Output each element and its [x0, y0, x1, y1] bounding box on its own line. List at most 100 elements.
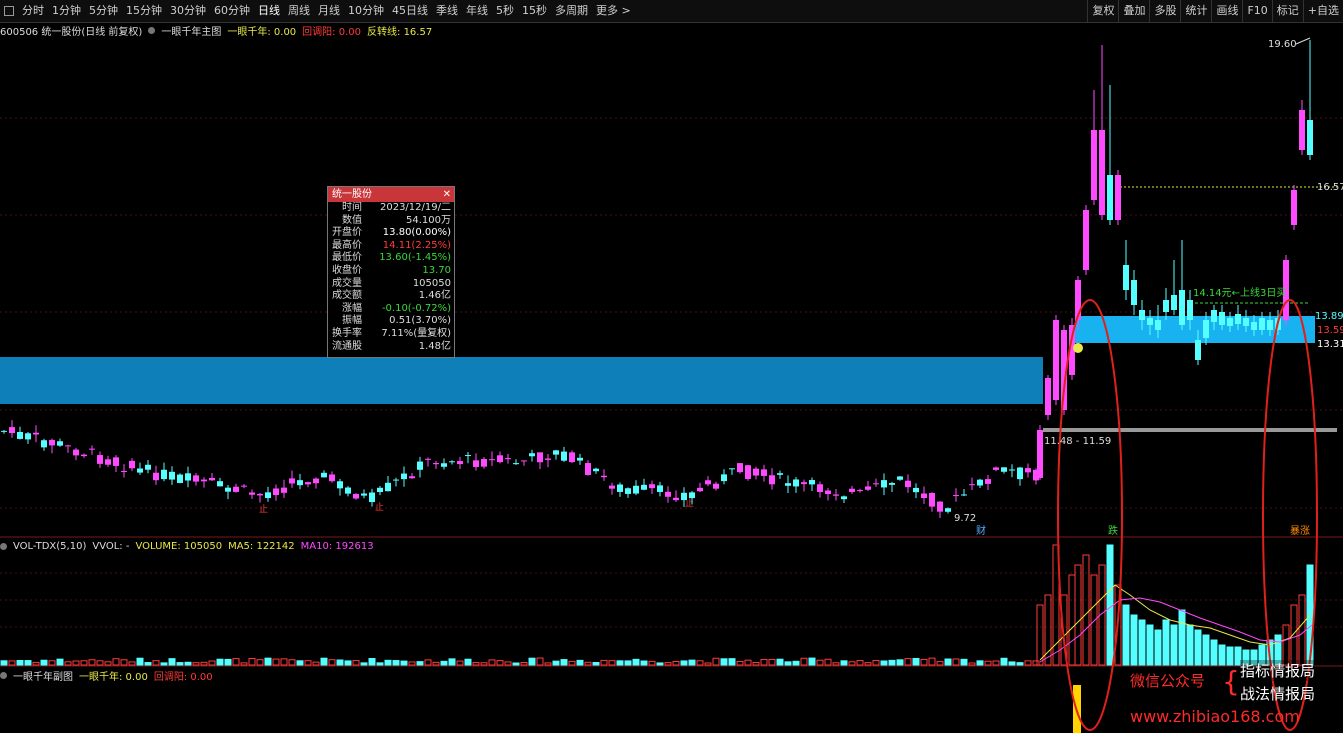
popup-row: 收盘价 13.70 — [328, 265, 454, 278]
watermark-wechat: 微信公众号 — [1130, 672, 1206, 690]
sub-name[interactable]: 一眼千年副图 — [13, 668, 73, 683]
popup-row-label: 流通股 — [332, 340, 362, 352]
volume-bar — [544, 662, 552, 666]
candle-body — [1267, 320, 1273, 330]
candle-body — [1123, 265, 1129, 290]
candle-body — [1017, 467, 1023, 480]
candle-body — [297, 480, 303, 486]
volume-bar — [1122, 604, 1130, 666]
volume-bar — [1082, 554, 1090, 666]
volume-bar — [784, 661, 792, 666]
candle-body — [945, 508, 951, 512]
popup-row-value: 2023/12/19/二 — [379, 202, 451, 213]
volume-bar — [224, 658, 232, 666]
popup-row-label: 数值 — [342, 214, 362, 226]
volume-settings-icon[interactable] — [0, 542, 7, 550]
volume-bar — [1146, 624, 1154, 666]
close-icon[interactable]: ✕ — [443, 187, 451, 202]
candle-body — [433, 463, 439, 465]
candle-body — [81, 454, 87, 457]
volume-bar — [0, 660, 8, 666]
volume-bar — [968, 662, 976, 666]
volume-bar — [64, 661, 72, 666]
vvol: VVOL: - — [92, 540, 130, 552]
candle-body — [537, 452, 543, 463]
label-band-top: 13.89 — [1315, 311, 1343, 322]
volume-bar — [1298, 594, 1306, 666]
candle-body — [1053, 320, 1059, 400]
volume-bar — [736, 661, 744, 666]
candle-body — [881, 480, 887, 488]
label-high: 19.60 — [1268, 39, 1297, 50]
volume-bar — [616, 660, 624, 666]
vol-name[interactable]: VOL-TDX(5,10) — [13, 541, 86, 552]
popup-row-value: 1.48亿 — [418, 340, 451, 352]
candle-body — [961, 494, 967, 496]
candle-body — [1131, 280, 1137, 305]
volume-bar — [696, 660, 704, 666]
candle-body — [1139, 310, 1145, 320]
volume-bar — [584, 661, 592, 666]
volume-bar — [184, 661, 192, 666]
candle-body — [321, 472, 327, 478]
volume-bar — [1024, 660, 1032, 666]
volume-bar — [632, 658, 640, 666]
candle-body — [513, 463, 519, 465]
sub-k2: 回调阳: 0.00 — [153, 671, 213, 683]
volume-bar — [88, 659, 96, 666]
volume-bar — [472, 662, 480, 666]
candle-body — [641, 484, 647, 490]
volume-bar — [1282, 624, 1290, 666]
candle-body — [33, 432, 39, 435]
volume-bar — [840, 660, 848, 666]
popup-row: 开盘价 13.80(0.00%) — [328, 227, 454, 240]
candle-body — [1211, 310, 1217, 322]
candle-body — [1219, 312, 1225, 325]
candle-body — [569, 452, 575, 463]
volume-header: VOL-TDX(5,10) VVOL: - VOLUME: 105050 MA5… — [0, 539, 374, 553]
popup-row-value: 13.80(0.00%) — [382, 227, 451, 239]
candle-body — [593, 468, 599, 472]
volume-bar — [992, 660, 1000, 666]
volume-bar — [672, 660, 680, 666]
sub-settings-icon[interactable] — [0, 671, 7, 679]
kline-chart[interactable]: 19.60 16.57 13.89 13.59 13.31 11.48 - 11… — [0, 0, 1343, 733]
candle-body — [1037, 430, 1043, 478]
candle-body — [1195, 340, 1201, 360]
candles — [1, 40, 1313, 518]
volume-bar — [872, 659, 880, 666]
candle-body — [673, 497, 679, 501]
stock-info-popup[interactable]: 统一股份 ✕ 时间 2023/12/19/二 数值 54.100万 开盘价 13.80(0… — [327, 186, 455, 358]
volume-bar — [24, 660, 32, 666]
candle-body — [89, 448, 95, 450]
volume-bar — [640, 660, 648, 666]
candle-body — [897, 476, 903, 480]
marker-zhang: 暴涨 — [1290, 525, 1310, 537]
volume-bar — [176, 662, 184, 666]
volume-bar — [368, 657, 376, 666]
volume-bar — [920, 658, 928, 666]
popup-row-label: 涨幅 — [342, 302, 362, 314]
volume-bar — [904, 658, 912, 666]
volume-bar — [600, 659, 608, 666]
popup-title-bar[interactable]: 统一股份 ✕ — [328, 187, 454, 202]
popup-row-label: 换手率 — [332, 327, 362, 339]
volume-bar — [432, 661, 440, 666]
candle-body — [777, 473, 783, 475]
popup-row-label: 收盘价 — [332, 264, 362, 276]
candle-body — [369, 492, 375, 503]
candle-body — [449, 461, 455, 463]
candle-body — [657, 485, 663, 492]
volume-bar — [16, 660, 24, 666]
volume-bar — [440, 660, 448, 666]
volume-bar — [320, 657, 328, 666]
label-band-mid: 13.59 — [1317, 325, 1343, 336]
watermark-line3: 战法情报局 — [1240, 685, 1316, 703]
candle-body — [401, 473, 407, 480]
candle-body — [633, 485, 639, 494]
volume-bar — [280, 658, 288, 666]
candle-body — [65, 445, 71, 447]
popup-row-label: 最高价 — [332, 239, 362, 251]
volume-bar — [944, 658, 952, 666]
popup-row: 最高价 14.11(2.25%) — [328, 240, 454, 253]
